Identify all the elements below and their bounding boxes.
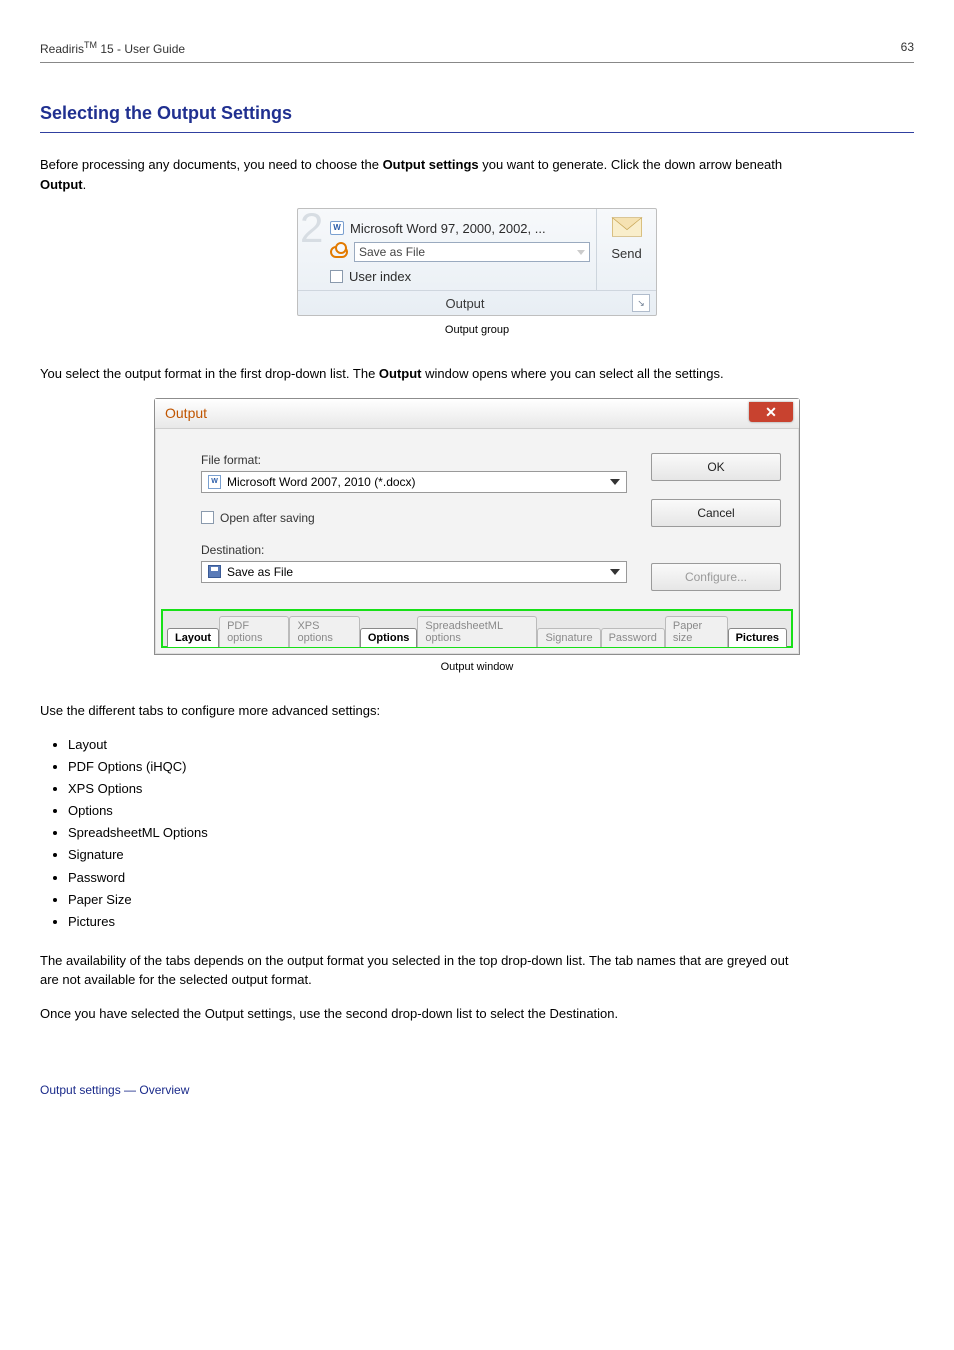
paragraph-2: You select the output format in the firs…: [40, 364, 790, 384]
dialog-launcher-icon[interactable]: ↘: [632, 294, 650, 312]
open-after-saving-checkbox[interactable]: [201, 511, 214, 524]
cloud-icon: [330, 246, 348, 258]
destination-dropdown[interactable]: Save as File: [201, 561, 627, 583]
tab-layout[interactable]: Layout: [167, 628, 219, 647]
list-item: Signature: [68, 844, 914, 866]
output-dialog: Output ✕ File format: W Microsoft Word 2…: [154, 398, 800, 655]
send-icon[interactable]: [611, 215, 643, 242]
header-left: ReadirisTM 15 - User Guide: [40, 40, 185, 56]
close-button[interactable]: ✕: [749, 402, 793, 422]
tab-pdf-options[interactable]: PDF options: [219, 616, 289, 647]
tab-paper-size[interactable]: Paper size: [665, 616, 728, 647]
destination-value: Save as File: [227, 565, 293, 579]
chevron-down-icon: [610, 569, 620, 575]
open-after-saving-label: Open after saving: [220, 511, 315, 525]
ribbon-output-group: 2 W Microsoft Word 97, 2000, 2002, ... S…: [297, 208, 657, 316]
docx-icon: W: [208, 475, 221, 489]
page-title: Selecting the Output Settings: [40, 103, 914, 133]
user-index-label: User index: [349, 269, 411, 284]
file-format-label: File format:: [201, 453, 627, 467]
file-format-dropdown[interactable]: W Microsoft Word 2007, 2010 (*.docx): [201, 471, 627, 493]
save-icon: [208, 565, 221, 578]
list-item: Password: [68, 867, 914, 889]
list-item: SpreadsheetML Options: [68, 822, 914, 844]
list-item: Layout: [68, 734, 914, 756]
ok-button[interactable]: OK: [651, 453, 781, 481]
word-icon: W: [330, 221, 344, 235]
tab-password[interactable]: Password: [601, 628, 665, 647]
paragraph-3: The availability of the tabs depends on …: [40, 951, 790, 990]
tab-options[interactable]: Options: [360, 628, 418, 647]
save-as-value: Save as File: [359, 245, 425, 259]
save-as-combo[interactable]: Save as File: [354, 242, 590, 262]
chevron-down-icon: [610, 479, 620, 485]
configure-button[interactable]: Configure...: [651, 563, 781, 591]
paragraph-4: Once you have selected the Output settin…: [40, 1004, 790, 1024]
tabs-list: Layout PDF Options (iHQC) XPS Options Op…: [68, 734, 914, 933]
list-item: Pictures: [68, 911, 914, 933]
tab-signature[interactable]: Signature: [537, 628, 600, 647]
list-item: XPS Options: [68, 778, 914, 800]
options-tab-strip: Layout PDF options XPS options Options S…: [161, 609, 793, 648]
send-label: Send: [611, 246, 641, 261]
running-header: ReadirisTM 15 - User Guide 63: [40, 40, 914, 63]
intro-paragraph: Before processing any documents, you nee…: [40, 155, 790, 194]
destination-label: Destination:: [201, 543, 627, 557]
tabs-intro: Use the different tabs to configure more…: [40, 701, 790, 721]
tab-pictures[interactable]: Pictures: [728, 628, 787, 647]
file-format-value: Microsoft Word 2007, 2010 (*.docx): [227, 475, 416, 489]
cancel-button[interactable]: Cancel: [651, 499, 781, 527]
dialog-caption: Output window: [40, 661, 914, 673]
tab-spreadsheetml[interactable]: SpreadsheetML options: [417, 616, 537, 647]
tab-xps-options[interactable]: XPS options: [289, 616, 359, 647]
format-label: Microsoft Word 97, 2000, 2002, ...: [350, 221, 546, 236]
list-item: Options: [68, 800, 914, 822]
list-item: PDF Options (iHQC): [68, 756, 914, 778]
list-item: Paper Size: [68, 889, 914, 911]
chevron-down-icon: [577, 250, 585, 255]
user-index-checkbox[interactable]: [330, 270, 343, 283]
ribbon-caption: Output group: [40, 324, 914, 336]
dialog-title: Output: [165, 405, 207, 421]
ribbon-section-title: Output: [298, 296, 632, 311]
footer-link: Output settings — Overview: [40, 1083, 914, 1097]
header-page-number: 63: [901, 40, 914, 56]
